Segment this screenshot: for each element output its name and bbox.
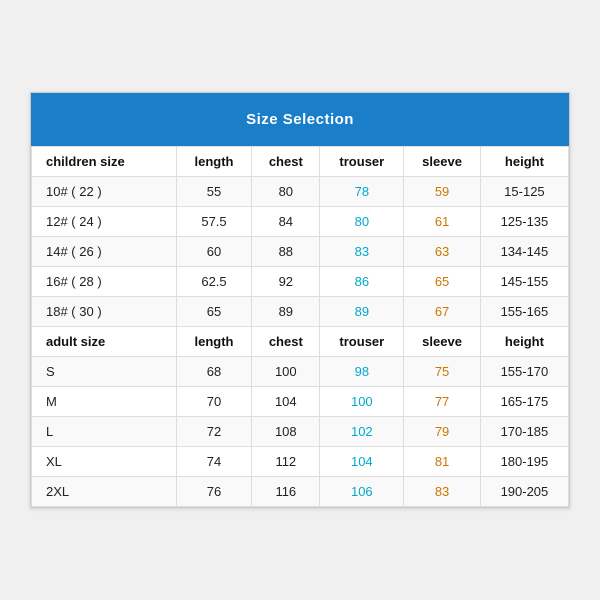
table-row: XL 74 112 104 81 180-195 (32, 447, 569, 477)
trouser-cell: 78 (320, 177, 404, 207)
height-cell: 125-135 (480, 207, 568, 237)
chest-cell: 116 (252, 477, 320, 507)
length-cell: 60 (176, 237, 251, 267)
length-cell: 57.5 (176, 207, 251, 237)
chest-cell: 100 (252, 357, 320, 387)
size-cell: S (32, 357, 177, 387)
table-row: 12# ( 24 ) 57.5 84 80 61 125-135 (32, 207, 569, 237)
children-length-header: length (176, 147, 251, 177)
chest-cell: 104 (252, 387, 320, 417)
height-cell: 145-155 (480, 267, 568, 297)
chest-cell: 84 (252, 207, 320, 237)
adult-height-header: height (480, 327, 568, 357)
length-cell: 62.5 (176, 267, 251, 297)
length-cell: 72 (176, 417, 251, 447)
trouser-cell: 86 (320, 267, 404, 297)
length-cell: 65 (176, 297, 251, 327)
height-cell: 170-185 (480, 417, 568, 447)
height-cell: 155-170 (480, 357, 568, 387)
children-sleeve-header: sleeve (404, 147, 481, 177)
length-cell: 55 (176, 177, 251, 207)
sleeve-cell: 65 (404, 267, 481, 297)
children-height-header: height (480, 147, 568, 177)
chest-cell: 92 (252, 267, 320, 297)
sleeve-cell: 63 (404, 237, 481, 267)
length-cell: 74 (176, 447, 251, 477)
size-cell: L (32, 417, 177, 447)
sleeve-cell: 81 (404, 447, 481, 477)
size-cell: XL (32, 447, 177, 477)
height-cell: 15-125 (480, 177, 568, 207)
sleeve-cell: 79 (404, 417, 481, 447)
children-trouser-header: trouser (320, 147, 404, 177)
size-cell: 12# ( 24 ) (32, 207, 177, 237)
title-bar: Size Selection (31, 93, 569, 146)
trouser-cell: 106 (320, 477, 404, 507)
length-cell: 68 (176, 357, 251, 387)
adult-chest-header: chest (252, 327, 320, 357)
size-cell: 14# ( 26 ) (32, 237, 177, 267)
sleeve-cell: 75 (404, 357, 481, 387)
adult-size-header: adult size (32, 327, 177, 357)
height-cell: 155-165 (480, 297, 568, 327)
size-table: children size length chest trouser sleev… (31, 146, 569, 507)
sleeve-cell: 67 (404, 297, 481, 327)
table-row: 14# ( 26 ) 60 88 83 63 134-145 (32, 237, 569, 267)
height-cell: 165-175 (480, 387, 568, 417)
sleeve-cell: 59 (404, 177, 481, 207)
height-cell: 134-145 (480, 237, 568, 267)
table-row: S 68 100 98 75 155-170 (32, 357, 569, 387)
chest-cell: 80 (252, 177, 320, 207)
size-cell: 2XL (32, 477, 177, 507)
adult-length-header: length (176, 327, 251, 357)
sleeve-cell: 83 (404, 477, 481, 507)
trouser-cell: 83 (320, 237, 404, 267)
trouser-cell: 104 (320, 447, 404, 477)
chest-cell: 112 (252, 447, 320, 477)
size-cell: 18# ( 30 ) (32, 297, 177, 327)
table-row: 10# ( 22 ) 55 80 78 59 15-125 (32, 177, 569, 207)
size-selection-card: Size Selection children size length ches… (30, 92, 570, 508)
chest-cell: 89 (252, 297, 320, 327)
children-chest-header: chest (252, 147, 320, 177)
trouser-cell: 80 (320, 207, 404, 237)
children-header-row: children size length chest trouser sleev… (32, 147, 569, 177)
title-text: Size Selection (246, 111, 354, 128)
table-row: M 70 104 100 77 165-175 (32, 387, 569, 417)
children-size-header: children size (32, 147, 177, 177)
size-cell: M (32, 387, 177, 417)
adult-trouser-header: trouser (320, 327, 404, 357)
sleeve-cell: 77 (404, 387, 481, 417)
length-cell: 70 (176, 387, 251, 417)
table-row: 16# ( 28 ) 62.5 92 86 65 145-155 (32, 267, 569, 297)
size-cell: 10# ( 22 ) (32, 177, 177, 207)
adult-header-row: adult size length chest trouser sleeve h… (32, 327, 569, 357)
length-cell: 76 (176, 477, 251, 507)
chest-cell: 88 (252, 237, 320, 267)
table-row: L 72 108 102 79 170-185 (32, 417, 569, 447)
height-cell: 190-205 (480, 477, 568, 507)
sleeve-cell: 61 (404, 207, 481, 237)
chest-cell: 108 (252, 417, 320, 447)
size-cell: 16# ( 28 ) (32, 267, 177, 297)
table-row: 18# ( 30 ) 65 89 89 67 155-165 (32, 297, 569, 327)
adult-sleeve-header: sleeve (404, 327, 481, 357)
table-row: 2XL 76 116 106 83 190-205 (32, 477, 569, 507)
trouser-cell: 89 (320, 297, 404, 327)
height-cell: 180-195 (480, 447, 568, 477)
trouser-cell: 98 (320, 357, 404, 387)
trouser-cell: 100 (320, 387, 404, 417)
trouser-cell: 102 (320, 417, 404, 447)
